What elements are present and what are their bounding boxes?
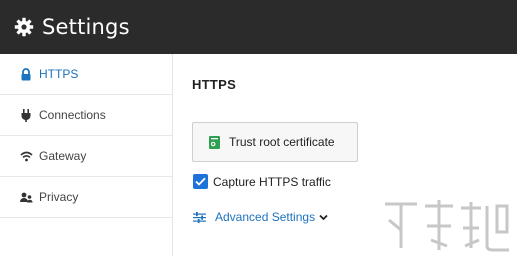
app-header: Settings [0, 0, 517, 54]
trust-button-label: Trust root certificate [229, 135, 335, 149]
capture-https-checkbox[interactable] [193, 174, 208, 189]
advanced-settings-label: Advanced Settings [215, 210, 316, 224]
sidebar-item-label: Connections [39, 108, 106, 122]
app-title: Settings [42, 15, 130, 39]
users-icon [19, 190, 33, 204]
plug-icon [19, 108, 33, 122]
capture-https-label[interactable]: Capture HTTPS traffic [213, 175, 331, 189]
sidebar-item-https[interactable]: HTTPS [0, 54, 172, 95]
wifi-icon [19, 149, 33, 163]
gear-icon [13, 16, 35, 38]
checkmark-icon [195, 177, 206, 186]
sliders-icon [193, 211, 207, 223]
sidebar-item-label: Gateway [39, 149, 87, 163]
site-watermark-logo [385, 200, 509, 252]
certificate-icon [206, 134, 222, 150]
sidebar-item-gateway[interactable]: Gateway [0, 136, 172, 177]
advanced-settings-toggle[interactable]: Advanced Settings [193, 210, 328, 224]
section-title: HTTPS [192, 77, 237, 92]
chevron-down-icon [319, 214, 328, 221]
lock-icon [19, 67, 33, 81]
sidebar: HTTPS Connections Gateway Privacy [0, 54, 173, 256]
sidebar-item-privacy[interactable]: Privacy [0, 177, 172, 218]
capture-https-row: Capture HTTPS traffic [193, 174, 331, 189]
trust-root-certificate-button[interactable]: Trust root certificate [192, 122, 358, 162]
sidebar-item-label: HTTPS [39, 67, 79, 81]
sidebar-item-connections[interactable]: Connections [0, 95, 172, 136]
sidebar-item-label: Privacy [39, 190, 79, 204]
